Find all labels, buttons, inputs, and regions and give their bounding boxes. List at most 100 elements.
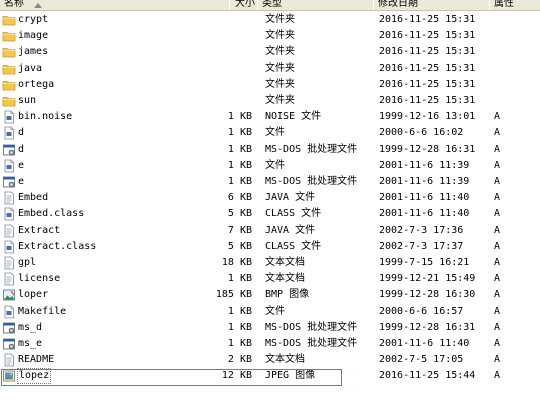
file-row[interactable]: Extract.class 5 KB CLASS 文件 2002-7-3 17:37 A xyxy=(0,239,540,255)
file-attributes: A xyxy=(494,273,501,285)
file-modified-date: 2002-7-3 17:36 xyxy=(379,224,464,236)
file-row[interactable]: loper 185 KB BMP 图像 1999-12-28 16:30 A xyxy=(0,287,540,303)
batch-file-icon xyxy=(2,321,16,335)
file-name: Extract.class xyxy=(18,240,97,252)
file-name: sun xyxy=(18,95,37,106)
file-modified-date: 2000-6-6 16:57 xyxy=(379,305,464,317)
file-modified-date: 1999-7-15 16:21 xyxy=(379,257,470,268)
file-explorer-list-view: 名称 大小 类型 修改日期 属性 crypt 文件夹 2016-11-25 15:3… xyxy=(0,0,540,400)
folder-row[interactable]: java 文件夹 2016-11-25 15:31 xyxy=(0,61,540,77)
file-name: d xyxy=(18,143,25,155)
file-name: james xyxy=(18,46,49,58)
file-type: MS-DOS 批处理文件 xyxy=(265,176,358,187)
file-size: 1 KB xyxy=(227,176,252,187)
folder-row[interactable]: ortega 文件夹 2016-11-25 15:31 xyxy=(0,77,540,93)
file-type: 文件 xyxy=(265,159,285,171)
column-header-attributes[interactable]: 属性 xyxy=(490,0,540,10)
file-row[interactable]: Embed 6 KB JAVA 文件 2001-11-6 11:40 A xyxy=(0,190,540,206)
file-row[interactable]: bin.noise 1 KB NOISE 文件 1999-12-16 13:01 A xyxy=(0,109,540,125)
file-type: 文件夹 xyxy=(265,14,295,25)
folder-row[interactable]: james 文件夹 2016-11-25 15:31 xyxy=(0,44,540,60)
file-name: license xyxy=(18,273,61,285)
file-name: e xyxy=(18,176,25,187)
file-type: 文本文档 xyxy=(265,273,305,285)
file-row[interactable]: Embed.class 5 KB CLASS 文件 2001-11-6 11:40 A xyxy=(0,206,540,222)
file-name: loper xyxy=(18,289,49,301)
folder-icon xyxy=(2,45,16,59)
file-name: ms_d xyxy=(18,321,43,333)
file-row[interactable]: README 2 KB 文本文档 2002-7-5 17:05 A xyxy=(0,352,540,368)
file-modified-date: 2001-11-6 11:40 xyxy=(379,338,470,349)
file-attributes: A xyxy=(494,224,501,236)
file-modified-date: 2000-6-6 16:02 xyxy=(379,127,464,139)
file-name: lopez xyxy=(16,368,52,385)
file-row[interactable]: license 1 KB 文本文档 1999-12-21 15:49 A xyxy=(0,271,540,287)
file-size: 7 KB xyxy=(227,224,252,236)
generic-file-icon xyxy=(2,305,16,319)
file-type: 文本文档 xyxy=(265,257,305,268)
file-modified-date: 1999-12-28 16:30 xyxy=(379,289,476,301)
column-header-modified[interactable]: 修改日期 xyxy=(374,0,490,10)
file-size: 1 KB xyxy=(227,143,252,155)
file-name: README xyxy=(18,354,55,366)
file-name: ms_e xyxy=(18,338,43,349)
batch-file-icon xyxy=(2,143,16,157)
file-attributes: A xyxy=(494,208,501,220)
file-type: NOISE 文件 xyxy=(265,111,322,123)
file-row[interactable]: d 1 KB MS-DOS 批处理文件 1999-12-28 16:31 A xyxy=(0,142,540,158)
folder-icon xyxy=(2,62,16,76)
file-attributes: A xyxy=(494,338,501,349)
file-size: 12 KB xyxy=(221,370,252,382)
file-name: Extract xyxy=(18,224,61,236)
file-name: d xyxy=(18,127,25,139)
file-row[interactable]: e 1 KB MS-DOS 批处理文件 2001-11-6 11:39 A xyxy=(0,174,540,190)
column-header-name-label: 名称 xyxy=(4,0,24,9)
file-modified-date: 2016-11-25 15:31 xyxy=(379,30,476,42)
file-row[interactable]: e 1 KB 文件 2001-11-6 11:39 A xyxy=(0,158,540,174)
file-type: JAVA 文件 xyxy=(265,224,316,236)
file-name: Embed xyxy=(18,192,49,204)
folder-row[interactable]: sun 文件夹 2016-11-25 15:31 xyxy=(0,93,540,109)
file-row[interactable]: Extract 7 KB JAVA 文件 2002-7-3 17:36 A xyxy=(0,223,540,239)
column-header-size-label: 大小 xyxy=(235,0,255,9)
file-size: 1 KB xyxy=(227,305,252,317)
text-file-icon xyxy=(2,256,16,270)
generic-file-icon xyxy=(2,159,16,173)
file-attributes: A xyxy=(494,176,501,187)
jpeg-image-icon xyxy=(2,369,16,383)
file-modified-date: 2001-11-6 11:40 xyxy=(379,208,470,220)
file-modified-date: 1999-12-21 15:49 xyxy=(379,273,476,285)
file-type: MS-DOS 批处理文件 xyxy=(265,321,358,333)
file-row[interactable]: Makefile 1 KB 文件 2000-6-6 16:57 A xyxy=(0,304,540,320)
column-header-type[interactable]: 类型 xyxy=(258,0,374,10)
file-modified-date: 2016-11-25 15:31 xyxy=(379,78,476,90)
column-header-size[interactable]: 大小 xyxy=(230,0,258,10)
folder-row[interactable]: crypt 文件夹 2016-11-25 15:31 xyxy=(0,12,540,28)
file-row[interactable]: ms_d 1 KB MS-DOS 批处理文件 1999-12-28 16:31 A xyxy=(0,320,540,336)
file-attributes: A xyxy=(494,321,501,333)
file-size: 1 KB xyxy=(227,321,252,333)
generic-file-icon xyxy=(2,126,16,140)
file-type: 文本文档 xyxy=(265,354,305,366)
file-modified-date: 2001-11-6 11:39 xyxy=(379,176,470,187)
column-header-name[interactable]: 名称 xyxy=(0,0,230,10)
file-size: 1 KB xyxy=(227,273,252,285)
file-attributes: A xyxy=(494,305,501,317)
file-name: bin.noise xyxy=(18,111,73,123)
generic-file-icon xyxy=(2,240,16,254)
file-row-selected[interactable]: lopez 12 KB JPEG 图像 2016-11-25 15:44 A xyxy=(0,368,540,385)
folder-row[interactable]: image 文件夹 2016-11-25 15:31 xyxy=(0,28,540,44)
file-row[interactable]: ms_e 1 KB MS-DOS 批处理文件 2001-11-6 11:40 A xyxy=(0,336,540,352)
file-size: 1 KB xyxy=(227,127,252,139)
file-row[interactable]: gpl 18 KB 文本文档 1999-7-15 16:21 A xyxy=(0,255,540,271)
file-modified-date: 2016-11-25 15:31 xyxy=(379,95,476,106)
file-attributes: A xyxy=(494,159,501,171)
file-attributes: A xyxy=(494,354,501,366)
file-size: 2 KB xyxy=(227,354,252,366)
file-type: MS-DOS 批处理文件 xyxy=(265,338,358,349)
file-type: JAVA 文件 xyxy=(265,192,316,204)
file-name: java xyxy=(18,62,43,74)
generic-file-icon xyxy=(2,110,16,124)
file-name: image xyxy=(18,30,49,42)
file-row[interactable]: d 1 KB 文件 2000-6-6 16:02 A xyxy=(0,125,540,141)
